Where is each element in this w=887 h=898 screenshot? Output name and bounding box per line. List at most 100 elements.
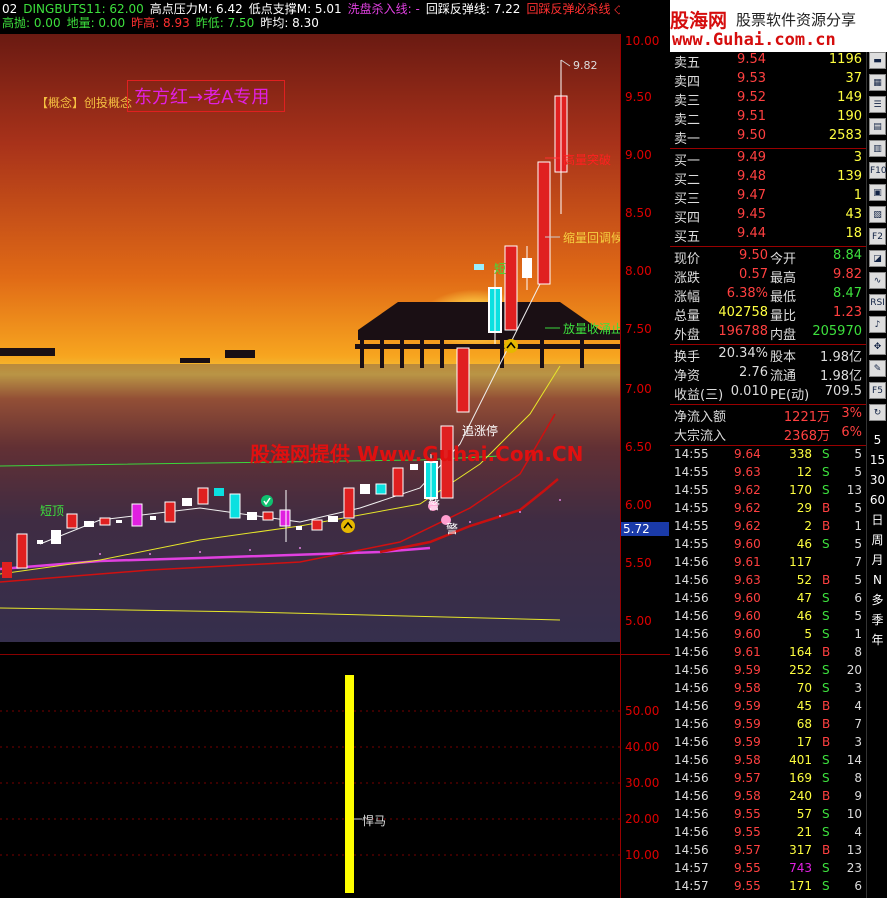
stat-label: 换手 [674, 350, 701, 365]
trade-row: 14:56 9.59 17 B 3 [672, 735, 864, 753]
period-button[interactable]: 周 [869, 532, 886, 549]
trade-volume: 164 [789, 645, 812, 659]
volume-panel[interactable]: 悍马 [0, 654, 620, 898]
period-button[interactable]: 季 [869, 612, 886, 629]
period-button[interactable]: 5 [869, 432, 886, 449]
price-tick: 8.50 [625, 206, 652, 220]
trade-time: 14:56 [674, 825, 709, 839]
trade-row: 14:56 9.60 46 S 5 [672, 609, 864, 627]
trade-side: S [822, 681, 830, 695]
current-price-tag: 5.72 [621, 522, 669, 536]
trade-row: 14:56 9.59 68 B 7 [672, 717, 864, 735]
bid-price: 9.45 [737, 207, 766, 222]
ask-row[interactable]: 卖四 9.53 37 [672, 71, 864, 90]
grid-icon[interactable]: ▦ [869, 74, 886, 91]
candle [51, 530, 61, 544]
f10-icon[interactable]: F10 [869, 162, 887, 179]
period-button[interactable]: 多 [869, 592, 886, 609]
volume-svg [0, 675, 620, 893]
period-button[interactable]: 月 [869, 552, 886, 569]
divider [670, 344, 866, 345]
trade-time: 14:56 [674, 663, 709, 677]
trade-count: 14 [846, 753, 862, 767]
trade-volume: 170 [789, 483, 812, 497]
short-top-marker [474, 264, 484, 270]
period-button[interactable]: 15 [869, 452, 886, 469]
period-button[interactable]: 30 [869, 472, 886, 489]
minus-icon[interactable]: ▬ [869, 52, 886, 69]
ask-row[interactable]: 卖三 9.52 149 [672, 90, 864, 109]
trade-row: 14:56 9.61 164 B 8 [672, 645, 864, 663]
period-button[interactable]: 60 [869, 492, 886, 509]
period-button[interactable]: N [869, 572, 886, 589]
bid-row[interactable]: 买二 9.48 139 [672, 169, 864, 188]
trade-price: 9.62 [734, 501, 761, 515]
period-button[interactable]: 日 [869, 512, 886, 529]
chart-icon[interactable]: ▥ [869, 140, 886, 157]
trade-price: 9.64 [734, 447, 761, 461]
refresh-icon[interactable]: ↻ [869, 404, 886, 421]
logo-slogan: 股票软件资源分享 [736, 11, 857, 29]
bid-row[interactable]: 买四 9.45 43 [672, 207, 864, 226]
trade-count: 7 [854, 555, 862, 569]
list-icon[interactable]: ☰ [869, 96, 886, 113]
move-icon[interactable]: ✥ [869, 338, 886, 355]
volume-tick: 40.00 [625, 740, 660, 754]
candle [182, 498, 192, 506]
ask-row[interactable]: 卖二 9.51 190 [672, 109, 864, 128]
trade-price: 9.55 [734, 807, 761, 821]
bid-row[interactable]: 买五 9.44 18 [672, 226, 864, 245]
stat-label: PE(动) [770, 388, 810, 403]
annotation-red: 高量突破 [563, 153, 612, 167]
ask-label: 卖三 [674, 94, 701, 109]
high-price-label: 9.82 [573, 59, 598, 72]
candle [131, 503, 143, 527]
concept-label[interactable]: 【概念】创投概念 [36, 94, 132, 111]
trade-time: 14:57 [674, 861, 709, 875]
flow-row: 大宗流入 2368万 6% [672, 425, 864, 444]
flow-row: 净流入额 1221万 3% [672, 406, 864, 425]
site-logo[interactable]: 股海网 股票软件资源分享 www.Guhai.com.cn [670, 0, 887, 52]
trade-time: 14:57 [674, 879, 709, 893]
annotation-alert-1: 警 [428, 498, 441, 512]
trade-side: S [822, 591, 830, 605]
indicator-row-2: 高抛: 0.00 地量: 0.00 昨高: 8.93 昨低: 7.50 昨均: 8.30 [2, 16, 325, 31]
trade-volume: 2 [804, 519, 812, 533]
candle [37, 540, 43, 544]
trade-row: 14:55 9.62 29 B 5 [672, 501, 864, 519]
trade-count: 6 [854, 591, 862, 605]
indicator-value: 回踩反弹必杀线 ◇ ☐ [526, 2, 620, 16]
trade-price: 9.62 [734, 483, 761, 497]
trade-time: 14:55 [674, 465, 709, 479]
bid-price: 9.47 [737, 188, 766, 203]
f2-icon[interactable]: F2 [869, 228, 886, 245]
divider [670, 246, 866, 247]
book-icon[interactable]: ▧ [869, 206, 886, 223]
photo-icon[interactable]: ◪ [869, 250, 886, 267]
volume-tick: 50.00 [625, 704, 660, 718]
ask-label: 卖五 [674, 56, 701, 71]
trade-time: 14:56 [674, 735, 709, 749]
trade-count: 8 [854, 645, 862, 659]
bell-icon[interactable]: ♪ [869, 316, 886, 333]
ask-row[interactable]: 卖一 9.50 2583 [672, 128, 864, 147]
trade-count: 13 [846, 483, 862, 497]
ask-row[interactable]: 卖五 9.54 1196 [672, 52, 864, 71]
period-button[interactable]: 年 [869, 632, 886, 649]
doc-icon[interactable]: ▣ [869, 184, 886, 201]
rsi-icon[interactable]: RSI [869, 294, 886, 311]
indicator-value: 昨低: 7.50 [195, 16, 255, 30]
bid-row[interactable]: 买三 9.47 1 [672, 188, 864, 207]
stat-value: 1.98亿 [820, 350, 862, 365]
bid-row[interactable]: 买一 9.49 3 [672, 150, 864, 169]
trade-time: 14:55 [674, 519, 709, 533]
trade-volume: 46 [796, 537, 812, 551]
trade-row: 14:56 9.59 252 S 20 [672, 663, 864, 681]
kline-chart[interactable]: 【概念】创投概念 东方红→老A专用 股海网提供 Www.Guhai.Com.CN… [0, 34, 620, 642]
f5-icon[interactable]: F5 [869, 382, 886, 399]
bid-volume: 3 [853, 150, 862, 165]
wave-icon[interactable]: ∿ [869, 272, 886, 289]
table-icon[interactable]: ▤ [869, 118, 886, 135]
candle [360, 484, 370, 494]
pen-icon[interactable]: ✎ [869, 360, 886, 377]
